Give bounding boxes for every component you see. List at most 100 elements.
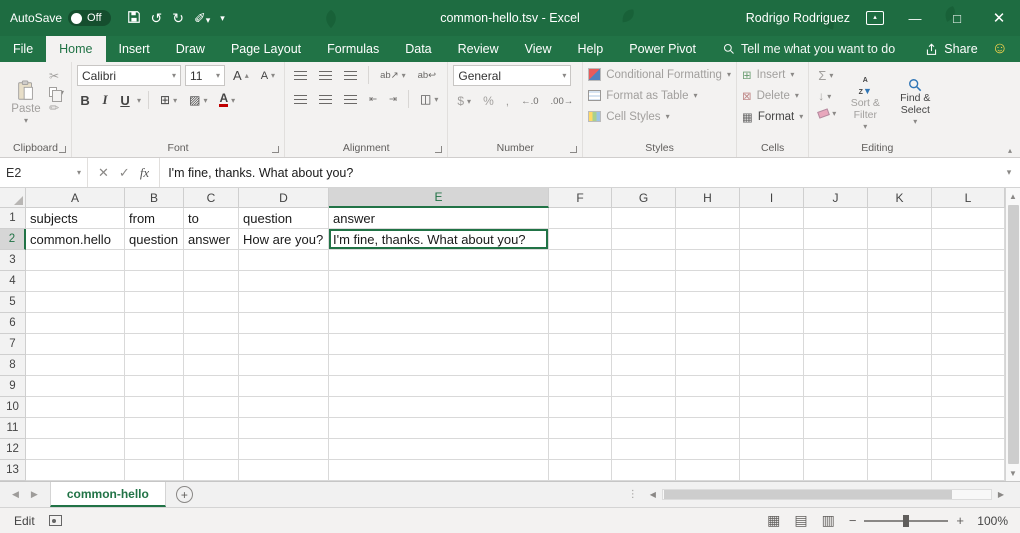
cell-L10[interactable]	[932, 397, 1005, 418]
maximize-button[interactable]: □	[936, 0, 978, 36]
cell-H1[interactable]	[676, 208, 740, 229]
cell-J6[interactable]	[804, 313, 868, 334]
confirm-entry-button[interactable]: ✓	[119, 165, 130, 181]
cell-C8[interactable]	[184, 355, 239, 376]
column-header-D[interactable]: D	[239, 188, 329, 208]
column-header-K[interactable]: K	[868, 188, 932, 208]
cell-E11[interactable]	[329, 418, 549, 439]
cell-K2[interactable]	[868, 229, 932, 250]
fill-button[interactable]: ↓▾	[814, 87, 840, 105]
italic-button[interactable]: I	[97, 92, 113, 108]
cell-E3[interactable]	[329, 250, 549, 271]
scroll-right-icon[interactable]: ▶	[994, 490, 1008, 499]
cell-E10[interactable]	[329, 397, 549, 418]
new-sheet-button[interactable]: +	[176, 486, 193, 503]
cell-J13[interactable]	[804, 460, 868, 481]
insert-function-button[interactable]: fx	[140, 165, 149, 181]
cell-B6[interactable]	[125, 313, 184, 334]
fill-color-button[interactable]: ▨▾	[185, 91, 211, 109]
conditional-formatting-button[interactable]: Conditional Formatting▾	[588, 65, 731, 84]
cell-E2[interactable]: I'm fine, thanks. What about you?	[329, 229, 549, 250]
cell-D5[interactable]	[239, 292, 329, 313]
cell-G9[interactable]	[612, 376, 676, 397]
cell-styles-button[interactable]: Cell Styles▾	[588, 107, 731, 126]
expand-formula-bar-icon[interactable]: ▾	[998, 158, 1020, 187]
cell-B5[interactable]	[125, 292, 184, 313]
horizontal-scrollbar[interactable]: ◀ ▶	[642, 482, 1020, 507]
cell-F3[interactable]	[549, 250, 612, 271]
cell-L7[interactable]	[932, 334, 1005, 355]
cell-L6[interactable]	[932, 313, 1005, 334]
column-header-A[interactable]: A	[26, 188, 125, 208]
cell-D13[interactable]	[239, 460, 329, 481]
cell-G13[interactable]	[612, 460, 676, 481]
tab-insert[interactable]: Insert	[106, 36, 163, 62]
cell-K10[interactable]	[868, 397, 932, 418]
cell-I1[interactable]	[740, 208, 804, 229]
name-box[interactable]: E2 ▾	[0, 158, 88, 187]
column-header-F[interactable]: F	[549, 188, 612, 208]
cell-B12[interactable]	[125, 439, 184, 460]
cell-I9[interactable]	[740, 376, 804, 397]
next-sheet-icon[interactable]: ▶	[31, 489, 38, 500]
find-select-button[interactable]: Find & Select ▾	[890, 65, 940, 140]
cell-F9[interactable]	[549, 376, 612, 397]
align-bottom-button[interactable]	[340, 69, 361, 82]
cell-K9[interactable]	[868, 376, 932, 397]
insert-cells-button[interactable]: ⊞Insert▾	[742, 65, 803, 84]
font-name-combo[interactable]: Calibri▾	[77, 65, 181, 86]
column-header-I[interactable]: I	[740, 188, 804, 208]
cell-B11[interactable]	[125, 418, 184, 439]
cell-A2[interactable]: common.hello	[26, 229, 125, 250]
vertical-scroll-thumb[interactable]	[1008, 205, 1019, 464]
column-header-L[interactable]: L	[932, 188, 1005, 208]
normal-view-button[interactable]: ▦	[767, 512, 780, 529]
cell-C6[interactable]	[184, 313, 239, 334]
cell-H3[interactable]	[676, 250, 740, 271]
cell-E4[interactable]	[329, 271, 549, 292]
format-as-table-button[interactable]: Format as Table▾	[588, 86, 731, 105]
cell-A5[interactable]	[26, 292, 125, 313]
row-header-7[interactable]: 7	[0, 334, 26, 355]
cell-G12[interactable]	[612, 439, 676, 460]
tab-file[interactable]: File	[0, 36, 46, 62]
shrink-font-button[interactable]: A▾	[257, 68, 279, 84]
cell-I6[interactable]	[740, 313, 804, 334]
cell-F11[interactable]	[549, 418, 612, 439]
comma-style-button[interactable]: ,	[502, 92, 513, 110]
align-right-button[interactable]	[340, 93, 361, 106]
autosave-toggle[interactable]: AutoSave Off	[10, 10, 111, 26]
delete-cells-button[interactable]: ⊠Delete▾	[742, 86, 803, 105]
row-header-8[interactable]: 8	[0, 355, 26, 376]
scroll-up-icon[interactable]: ▲	[1006, 188, 1020, 204]
tab-splitter-icon[interactable]: ⋮	[624, 482, 642, 507]
cell-J8[interactable]	[804, 355, 868, 376]
cell-H10[interactable]	[676, 397, 740, 418]
cell-I12[interactable]	[740, 439, 804, 460]
cell-A10[interactable]	[26, 397, 125, 418]
cell-I7[interactable]	[740, 334, 804, 355]
cell-H4[interactable]	[676, 271, 740, 292]
customize-qat-icon[interactable]: ▾	[220, 13, 225, 24]
cell-D1[interactable]: question	[239, 208, 329, 229]
increase-decimal-button[interactable]: ←.0	[517, 94, 542, 109]
cell-E1[interactable]: answer	[329, 208, 549, 229]
cell-L11[interactable]	[932, 418, 1005, 439]
cell-F10[interactable]	[549, 397, 612, 418]
row-header-4[interactable]: 4	[0, 271, 26, 292]
cell-D4[interactable]	[239, 271, 329, 292]
cell-J5[interactable]	[804, 292, 868, 313]
cell-K5[interactable]	[868, 292, 932, 313]
ribbon-display-options-icon[interactable]: ▴	[866, 11, 884, 25]
scroll-down-icon[interactable]: ▼	[1006, 465, 1020, 481]
cell-D7[interactable]	[239, 334, 329, 355]
paste-button[interactable]: Paste ▾	[5, 65, 47, 140]
cell-F2[interactable]	[549, 229, 612, 250]
cell-F13[interactable]	[549, 460, 612, 481]
tab-home[interactable]: Home	[46, 36, 105, 62]
cell-B8[interactable]	[125, 355, 184, 376]
cell-C2[interactable]: answer	[184, 229, 239, 250]
cell-K8[interactable]	[868, 355, 932, 376]
column-header-B[interactable]: B	[125, 188, 184, 208]
cell-I2[interactable]	[740, 229, 804, 250]
